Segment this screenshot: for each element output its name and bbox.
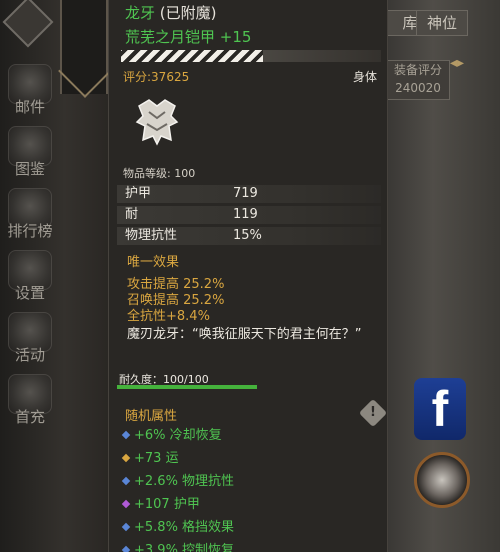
sidebar-item-events[interactable]: 活动 [2, 312, 58, 365]
guild-emblem-icon[interactable] [414, 452, 470, 508]
armor-icon [135, 99, 179, 146]
random-attribute: +2.6% 物理抗性 [121, 470, 235, 489]
gem-icon [121, 453, 131, 463]
random-attribute-text: +6% 冷却恢复 [134, 428, 222, 443]
sidebar-item-label: 邮件 [14, 98, 45, 116]
gem-icon [121, 476, 131, 486]
random-attribute: +3.9% 控制恢复 [121, 539, 235, 552]
item-title: 荒芜之月铠甲 +15 [125, 28, 252, 46]
item-name-line: 龙牙 (已附魔) [125, 2, 217, 23]
item-score: 评分:37625 [123, 70, 190, 84]
sidebar-item-label: 首充 [14, 408, 45, 426]
tab-divine[interactable]: 神位 [416, 10, 468, 36]
sidebar-item-first-recharge[interactable]: 首充 [2, 374, 58, 427]
stat-row: 物理抗性 15% [117, 227, 381, 245]
item-level: 物品等级: 100 [123, 167, 196, 180]
random-attribute-text: +107 护甲 [134, 497, 200, 512]
stat-key: 护甲 [125, 186, 152, 201]
warning-icon[interactable]: ! [358, 398, 387, 428]
sidebar-item-mail[interactable]: 邮件 [2, 64, 58, 117]
stat-key: 物理抗性 [125, 228, 178, 243]
equipment-score-label: 装备评分 [393, 63, 442, 77]
equipment-score-box: 装备评分 240020 [386, 60, 450, 100]
random-attribute-text: +2.6% 物理抗性 [134, 474, 235, 489]
random-attribute-text: +3.9% 控制恢复 [134, 543, 235, 552]
stat-row: 耐 119 [117, 206, 381, 224]
quality-stripe-fade [263, 50, 381, 62]
unique-effect-heading: 唯一效果 [127, 255, 180, 270]
facebook-icon[interactable]: f [414, 378, 466, 440]
stat-value: 15% [233, 228, 262, 243]
sidebar-item-collection[interactable]: 图鉴 [2, 126, 58, 179]
arrow-right-icon: ◂▸ [450, 55, 465, 71]
sidebar-item-label: 活动 [14, 346, 45, 364]
sidebar-item-label: 图鉴 [14, 160, 45, 178]
random-attribute-text: +73 运 [134, 451, 179, 466]
item-flavor-text: 魔刃龙牙：“唤我征服天下的君主何在？” [127, 327, 362, 342]
stat-key: 耐 [125, 207, 139, 222]
sidebar-item-label: 排行榜 [7, 222, 53, 240]
equipment-score-value: 240020 [395, 81, 441, 95]
unique-effect: 全抗性+8.4% [127, 309, 210, 324]
gem-icon [121, 430, 131, 440]
random-attribute: +73 运 [121, 447, 179, 466]
enchant-state: (已附魔) [159, 4, 217, 22]
item-slot: 身体 [353, 70, 378, 84]
stat-value: 119 [233, 207, 258, 222]
gem-icon [121, 499, 131, 509]
random-attribute: +5.8% 格挡效果 [121, 516, 235, 535]
guild-banner [60, 0, 108, 94]
durability-fill [117, 385, 257, 389]
random-attribute: +107 护甲 [121, 493, 200, 512]
durability-bar [117, 385, 257, 389]
gem-icon [121, 522, 131, 532]
stat-value: 719 [233, 186, 258, 201]
random-attribute: +6% 冷却恢复 [121, 424, 222, 443]
random-attribute-text: +5.8% 格挡效果 [134, 520, 235, 535]
random-attributes-heading: 随机属性 [125, 409, 178, 424]
gem-icon [121, 545, 131, 552]
sidebar-item-ranking[interactable]: 排行榜 [2, 188, 58, 241]
item-name: 龙牙 [125, 4, 156, 22]
item-tooltip: 龙牙 (已附魔) 荒芜之月铠甲 +15 评分:37625 身体 物品等级: 10… [108, 0, 388, 552]
quality-stripe-bar [121, 50, 263, 62]
stat-row: 护甲 719 [117, 185, 381, 203]
sidebar-item-settings[interactable]: 设置 [2, 250, 58, 303]
sidebar-item-label: 设置 [14, 284, 45, 302]
